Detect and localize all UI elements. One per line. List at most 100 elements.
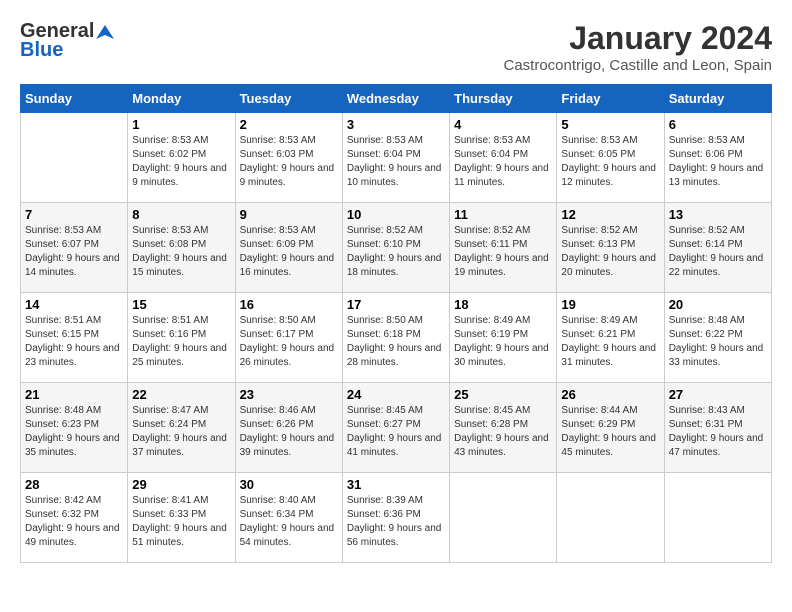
day-info: Sunrise: 8:46 AMSunset: 6:26 PMDaylight:… [240, 404, 338, 460]
day-number: 4 [454, 117, 552, 132]
day-info: Sunrise: 8:45 AMSunset: 6:27 PMDaylight:… [347, 404, 445, 460]
header-tuesday: Tuesday [235, 85, 342, 113]
logo: General Blue [20, 20, 114, 62]
day-info: Sunrise: 8:53 AMSunset: 6:06 PMDaylight:… [669, 134, 767, 190]
day-number: 25 [454, 387, 552, 402]
day-info: Sunrise: 8:53 AMSunset: 6:04 PMDaylight:… [454, 134, 552, 190]
day-cell: 5 Sunrise: 8:53 AMSunset: 6:05 PMDayligh… [557, 113, 664, 203]
day-number: 30 [240, 477, 338, 492]
day-cell: 30 Sunrise: 8:40 AMSunset: 6:34 PMDaylig… [235, 473, 342, 563]
day-cell: 24 Sunrise: 8:45 AMSunset: 6:27 PMDaylig… [342, 383, 449, 473]
day-cell: 10 Sunrise: 8:52 AMSunset: 6:10 PMDaylig… [342, 203, 449, 293]
calendar-header-row: SundayMondayTuesdayWednesdayThursdayFrid… [21, 85, 772, 113]
location-subtitle: Castrocontrigo, Castille and Leon, Spain [504, 57, 773, 74]
day-cell: 14 Sunrise: 8:51 AMSunset: 6:15 PMDaylig… [21, 293, 128, 383]
day-info: Sunrise: 8:53 AMSunset: 6:09 PMDaylight:… [240, 224, 338, 280]
calendar-table: SundayMondayTuesdayWednesdayThursdayFrid… [20, 84, 772, 563]
week-row-1: 7 Sunrise: 8:53 AMSunset: 6:07 PMDayligh… [21, 203, 772, 293]
day-number: 20 [669, 297, 767, 312]
day-number: 12 [561, 207, 659, 222]
page-header: General Blue January 2024 Castrocontrigo… [20, 20, 772, 74]
day-info: Sunrise: 8:39 AMSunset: 6:36 PMDaylight:… [347, 494, 445, 550]
day-cell [557, 473, 664, 563]
day-number: 21 [25, 387, 123, 402]
day-cell: 15 Sunrise: 8:51 AMSunset: 6:16 PMDaylig… [128, 293, 235, 383]
title-area: January 2024 Castrocontrigo, Castille an… [504, 20, 773, 74]
week-row-3: 21 Sunrise: 8:48 AMSunset: 6:23 PMDaylig… [21, 383, 772, 473]
day-cell: 18 Sunrise: 8:49 AMSunset: 6:19 PMDaylig… [450, 293, 557, 383]
day-info: Sunrise: 8:45 AMSunset: 6:28 PMDaylight:… [454, 404, 552, 460]
day-cell: 9 Sunrise: 8:53 AMSunset: 6:09 PMDayligh… [235, 203, 342, 293]
day-info: Sunrise: 8:43 AMSunset: 6:31 PMDaylight:… [669, 404, 767, 460]
day-number: 6 [669, 117, 767, 132]
day-number: 24 [347, 387, 445, 402]
day-cell: 3 Sunrise: 8:53 AMSunset: 6:04 PMDayligh… [342, 113, 449, 203]
header-saturday: Saturday [664, 85, 771, 113]
week-row-2: 14 Sunrise: 8:51 AMSunset: 6:15 PMDaylig… [21, 293, 772, 383]
day-cell: 17 Sunrise: 8:50 AMSunset: 6:18 PMDaylig… [342, 293, 449, 383]
day-cell: 31 Sunrise: 8:39 AMSunset: 6:36 PMDaylig… [342, 473, 449, 563]
day-info: Sunrise: 8:49 AMSunset: 6:19 PMDaylight:… [454, 314, 552, 370]
day-number: 27 [669, 387, 767, 402]
day-info: Sunrise: 8:52 AMSunset: 6:14 PMDaylight:… [669, 224, 767, 280]
day-info: Sunrise: 8:52 AMSunset: 6:11 PMDaylight:… [454, 224, 552, 280]
day-cell: 1 Sunrise: 8:53 AMSunset: 6:02 PMDayligh… [128, 113, 235, 203]
day-info: Sunrise: 8:51 AMSunset: 6:16 PMDaylight:… [132, 314, 230, 370]
day-number: 14 [25, 297, 123, 312]
day-number: 16 [240, 297, 338, 312]
day-info: Sunrise: 8:53 AMSunset: 6:04 PMDaylight:… [347, 134, 445, 190]
day-number: 19 [561, 297, 659, 312]
day-number: 8 [132, 207, 230, 222]
day-info: Sunrise: 8:48 AMSunset: 6:23 PMDaylight:… [25, 404, 123, 460]
day-cell: 11 Sunrise: 8:52 AMSunset: 6:11 PMDaylig… [450, 203, 557, 293]
day-info: Sunrise: 8:48 AMSunset: 6:22 PMDaylight:… [669, 314, 767, 370]
day-cell: 12 Sunrise: 8:52 AMSunset: 6:13 PMDaylig… [557, 203, 664, 293]
day-cell: 19 Sunrise: 8:49 AMSunset: 6:21 PMDaylig… [557, 293, 664, 383]
day-cell [21, 113, 128, 203]
day-info: Sunrise: 8:53 AMSunset: 6:05 PMDaylight:… [561, 134, 659, 190]
day-info: Sunrise: 8:52 AMSunset: 6:10 PMDaylight:… [347, 224, 445, 280]
day-cell [664, 473, 771, 563]
day-number: 9 [240, 207, 338, 222]
header-friday: Friday [557, 85, 664, 113]
day-number: 31 [347, 477, 445, 492]
day-number: 1 [132, 117, 230, 132]
day-cell: 22 Sunrise: 8:47 AMSunset: 6:24 PMDaylig… [128, 383, 235, 473]
day-number: 11 [454, 207, 552, 222]
week-row-0: 1 Sunrise: 8:53 AMSunset: 6:02 PMDayligh… [21, 113, 772, 203]
day-cell: 21 Sunrise: 8:48 AMSunset: 6:23 PMDaylig… [21, 383, 128, 473]
day-cell: 8 Sunrise: 8:53 AMSunset: 6:08 PMDayligh… [128, 203, 235, 293]
day-cell: 7 Sunrise: 8:53 AMSunset: 6:07 PMDayligh… [21, 203, 128, 293]
day-number: 2 [240, 117, 338, 132]
day-cell: 2 Sunrise: 8:53 AMSunset: 6:03 PMDayligh… [235, 113, 342, 203]
day-cell: 27 Sunrise: 8:43 AMSunset: 6:31 PMDaylig… [664, 383, 771, 473]
day-cell: 26 Sunrise: 8:44 AMSunset: 6:29 PMDaylig… [557, 383, 664, 473]
header-thursday: Thursday [450, 85, 557, 113]
day-info: Sunrise: 8:49 AMSunset: 6:21 PMDaylight:… [561, 314, 659, 370]
day-cell: 20 Sunrise: 8:48 AMSunset: 6:22 PMDaylig… [664, 293, 771, 383]
day-number: 3 [347, 117, 445, 132]
week-row-4: 28 Sunrise: 8:42 AMSunset: 6:32 PMDaylig… [21, 473, 772, 563]
day-cell: 16 Sunrise: 8:50 AMSunset: 6:17 PMDaylig… [235, 293, 342, 383]
day-cell: 25 Sunrise: 8:45 AMSunset: 6:28 PMDaylig… [450, 383, 557, 473]
day-number: 23 [240, 387, 338, 402]
header-monday: Monday [128, 85, 235, 113]
day-info: Sunrise: 8:51 AMSunset: 6:15 PMDaylight:… [25, 314, 123, 370]
day-number: 18 [454, 297, 552, 312]
day-info: Sunrise: 8:41 AMSunset: 6:33 PMDaylight:… [132, 494, 230, 550]
day-number: 28 [25, 477, 123, 492]
day-info: Sunrise: 8:53 AMSunset: 6:03 PMDaylight:… [240, 134, 338, 190]
day-number: 17 [347, 297, 445, 312]
day-info: Sunrise: 8:42 AMSunset: 6:32 PMDaylight:… [25, 494, 123, 550]
header-sunday: Sunday [21, 85, 128, 113]
day-cell: 6 Sunrise: 8:53 AMSunset: 6:06 PMDayligh… [664, 113, 771, 203]
day-info: Sunrise: 8:40 AMSunset: 6:34 PMDaylight:… [240, 494, 338, 550]
day-cell: 29 Sunrise: 8:41 AMSunset: 6:33 PMDaylig… [128, 473, 235, 563]
logo-bird-icon [96, 23, 114, 41]
day-number: 13 [669, 207, 767, 222]
day-number: 15 [132, 297, 230, 312]
day-cell: 13 Sunrise: 8:52 AMSunset: 6:14 PMDaylig… [664, 203, 771, 293]
day-cell: 28 Sunrise: 8:42 AMSunset: 6:32 PMDaylig… [21, 473, 128, 563]
day-info: Sunrise: 8:53 AMSunset: 6:02 PMDaylight:… [132, 134, 230, 190]
day-info: Sunrise: 8:53 AMSunset: 6:08 PMDaylight:… [132, 224, 230, 280]
